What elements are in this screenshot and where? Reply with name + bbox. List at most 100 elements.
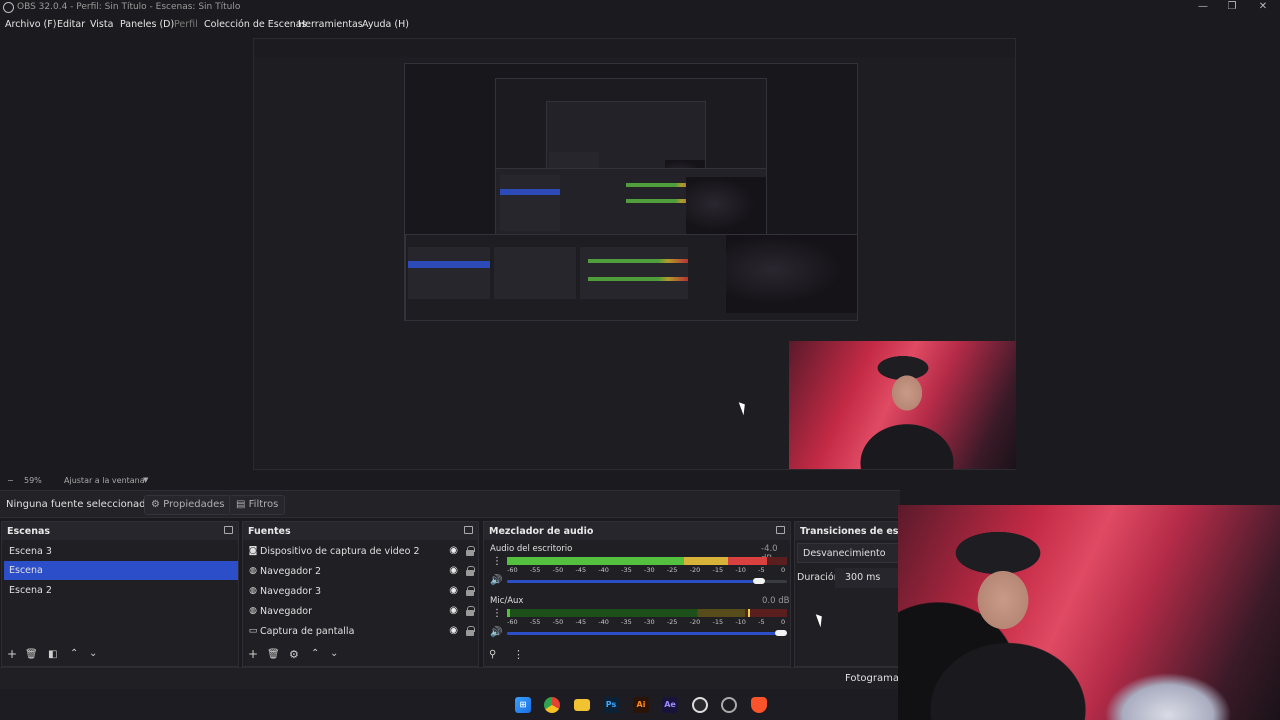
remove-scene-button[interactable]: 🗑 bbox=[25, 649, 38, 660]
close-button[interactable]: ✕ bbox=[1246, 0, 1280, 16]
visibility-eye-icon[interactable]: ◉ bbox=[449, 565, 458, 576]
menu-ayuda[interactable]: Ayuda (H) bbox=[362, 19, 409, 30]
properties-button[interactable]: ⚙ Propiedades bbox=[144, 495, 232, 515]
move-scene-up-button[interactable]: ⌃ bbox=[70, 648, 78, 659]
maximize-button[interactable]: ❐ bbox=[1215, 0, 1249, 16]
audio-mixer-dock: Mezclador de audio Audio del escritorio … bbox=[483, 521, 791, 667]
add-scene-button[interactable]: + bbox=[7, 647, 17, 661]
scene-filters-button[interactable]: ◧ bbox=[48, 649, 57, 660]
filters-button[interactable]: ▤ Filtros bbox=[229, 495, 286, 515]
add-source-button[interactable]: + bbox=[248, 647, 258, 661]
lock-icon[interactable] bbox=[466, 586, 475, 596]
mixer-menu-icon[interactable]: ⋮ bbox=[513, 648, 524, 661]
scene-item-escena-3[interactable]: Escena 3 bbox=[4, 542, 238, 561]
webcam-overlay-image bbox=[898, 505, 1280, 720]
source-item[interactable]: ◙ Dispositivo de captura de video 2 ◉ bbox=[243, 542, 478, 562]
obs-icon[interactable] bbox=[692, 697, 708, 713]
visibility-eye-icon[interactable]: ◉ bbox=[449, 625, 458, 636]
volume-slider[interactable] bbox=[507, 630, 787, 636]
move-source-down-button[interactable]: ⌄ bbox=[330, 648, 338, 659]
move-source-up-button[interactable]: ⌃ bbox=[311, 648, 319, 659]
vu-tick-label: -50 bbox=[552, 566, 564, 574]
scene-item-escena-2[interactable]: Escena 2 bbox=[4, 581, 238, 600]
scene-item-escena[interactable]: Escena bbox=[4, 561, 238, 580]
menu-vista[interactable]: Vista bbox=[90, 19, 113, 30]
globe-icon: ◍ bbox=[249, 586, 257, 596]
brave-icon[interactable] bbox=[751, 697, 767, 713]
lock-icon[interactable] bbox=[466, 626, 475, 636]
lock-icon[interactable] bbox=[466, 546, 475, 556]
zoom-bar: − 59% Ajustar a la ventana ▼ bbox=[0, 474, 1280, 488]
vu-tick-label: -55 bbox=[529, 566, 541, 574]
visibility-eye-icon[interactable]: ◉ bbox=[449, 585, 458, 596]
chrome-icon[interactable] bbox=[544, 697, 560, 713]
vu-tick-label: -40 bbox=[598, 618, 609, 626]
dock-undock-icon[interactable] bbox=[464, 526, 473, 534]
volume-knob[interactable] bbox=[775, 630, 787, 636]
zoom-level: 59% bbox=[24, 476, 42, 485]
vu-tick-label: -15 bbox=[712, 618, 724, 626]
dock-undock-icon[interactable] bbox=[776, 526, 785, 534]
volume-slider[interactable] bbox=[507, 578, 787, 584]
vu-tick-label: -55 bbox=[529, 618, 541, 626]
source-item[interactable]: ◍ Navegador 2 ◉ bbox=[243, 562, 478, 582]
remove-source-button[interactable]: 🗑 bbox=[267, 649, 280, 660]
source-label: Navegador 3 bbox=[260, 586, 322, 597]
speaker-icon[interactable]: 🔊 bbox=[490, 627, 502, 638]
volume-fill bbox=[507, 580, 754, 583]
vu-tick-label: -10 bbox=[735, 618, 746, 626]
source-item[interactable]: ▭ Captura de pantalla ◉ bbox=[243, 622, 478, 642]
mixer-header: Mezclador de audio bbox=[484, 522, 790, 540]
menu-paneles[interactable]: Paneles (D) bbox=[120, 19, 174, 30]
scenes-title: Escenas bbox=[7, 526, 51, 537]
menu-bar: Archivo (F) Editar Vista Paneles (D) Per… bbox=[0, 16, 1280, 34]
channel-menu-icon[interactable]: ⋮ bbox=[492, 556, 502, 567]
vu-tick-label: -25 bbox=[666, 618, 678, 626]
dock-undock-icon[interactable] bbox=[224, 526, 233, 534]
duration-field[interactable]: 300 ms bbox=[835, 568, 900, 588]
visibility-eye-icon[interactable]: ◉ bbox=[449, 545, 458, 556]
illustrator-icon[interactable]: Ai bbox=[633, 697, 649, 713]
vu-tick-label: -5 bbox=[758, 566, 765, 574]
vu-tick-label: -10 bbox=[735, 566, 746, 574]
sources-title: Fuentes bbox=[248, 526, 291, 537]
vu-tick-label: -25 bbox=[666, 566, 678, 574]
mixer-settings-icon[interactable]: ⚲ bbox=[489, 649, 496, 660]
menu-editar[interactable]: Editar bbox=[57, 19, 85, 30]
vu-level bbox=[507, 609, 510, 617]
windows-icon[interactable]: ⊞ bbox=[515, 697, 531, 713]
fit-window-label[interactable]: Ajustar a la ventana bbox=[64, 476, 145, 485]
menu-perfil[interactable]: Perfil bbox=[174, 19, 198, 30]
menu-coleccion-escenas[interactable]: Colección de Escenas bbox=[204, 19, 307, 30]
vu-tick-label: -15 bbox=[712, 566, 724, 574]
source-properties-gear-icon[interactable]: ⚙ bbox=[289, 648, 299, 661]
vu-meter bbox=[507, 557, 787, 565]
title-bar: OBS 32.0.4 - Perfil: Sin Título - Escena… bbox=[0, 0, 1280, 16]
volume-knob[interactable] bbox=[753, 578, 766, 584]
vu-tick-label: -20 bbox=[689, 618, 701, 626]
lock-icon[interactable] bbox=[466, 566, 475, 576]
source-label: Navegador bbox=[260, 606, 312, 617]
mixer-toolbar: ⚲ ⋮ bbox=[484, 644, 790, 666]
filter-icon: ▤ bbox=[236, 499, 246, 510]
vu-tick-label: -5 bbox=[758, 618, 765, 626]
source-item[interactable]: ◍ Navegador 3 ◉ bbox=[243, 582, 478, 602]
speaker-icon[interactable]: 🔊 bbox=[490, 575, 502, 586]
visibility-eye-icon[interactable]: ◉ bbox=[449, 605, 458, 616]
sources-header: Fuentes bbox=[243, 522, 478, 540]
folder-icon[interactable] bbox=[574, 699, 590, 711]
lock-icon[interactable] bbox=[466, 606, 475, 616]
transition-select[interactable]: Desvanecimiento bbox=[797, 543, 900, 563]
channel-menu-icon[interactable]: ⋮ bbox=[492, 608, 502, 619]
menu-herramientas[interactable]: Herramientas bbox=[298, 19, 363, 30]
volume-fill bbox=[507, 632, 787, 635]
move-scene-down-button[interactable]: ⌄ bbox=[89, 648, 97, 659]
zoom-dropdown-icon[interactable]: ▼ bbox=[143, 476, 148, 484]
menu-archivo[interactable]: Archivo (F) bbox=[5, 19, 56, 30]
steam-icon[interactable] bbox=[721, 697, 737, 713]
source-item[interactable]: ◍ Navegador ◉ bbox=[243, 602, 478, 622]
vu-peak bbox=[747, 609, 750, 617]
after-effects-icon[interactable]: Ae bbox=[662, 697, 678, 713]
photoshop-icon[interactable]: Ps bbox=[603, 697, 619, 713]
zoom-out-button[interactable]: − bbox=[7, 476, 14, 485]
